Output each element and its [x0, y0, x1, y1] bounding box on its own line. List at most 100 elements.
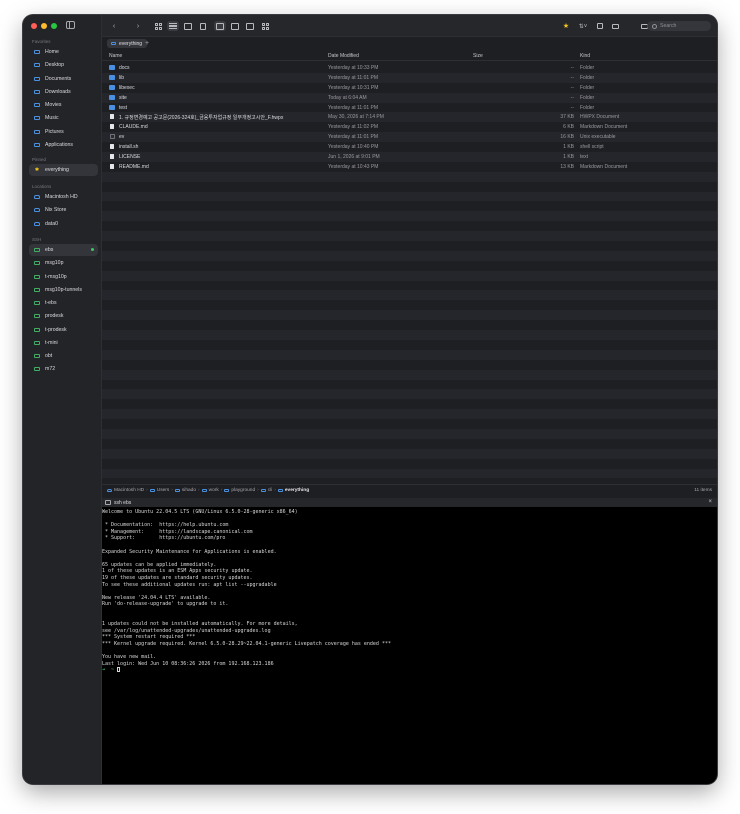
sidebar-item-prodesk[interactable]: prodesk: [29, 310, 98, 322]
column-name[interactable]: Name: [109, 53, 122, 59]
terminal-title: ssh ebs: [114, 500, 132, 506]
sidebar-item-macintosh-hd[interactable]: Macintosh HD: [29, 191, 98, 203]
folder-icon: [34, 129, 40, 134]
sidebar-item-data0[interactable]: data0: [29, 218, 98, 230]
star-icon[interactable]: ★: [561, 21, 571, 31]
sidebar-item-applications[interactable]: Applications: [29, 139, 98, 151]
add-tab-button[interactable]: +: [145, 40, 149, 47]
sidebar-item-nix-store[interactable]: Nix Store: [29, 204, 98, 216]
empty-row: [102, 191, 717, 202]
breadcrumb-item[interactable]: playground: [231, 488, 255, 493]
column-size[interactable]: Size: [473, 53, 483, 59]
sidebar-item-downloads[interactable]: Downloads: [29, 86, 98, 98]
tab-everything[interactable]: everything: [107, 39, 148, 48]
folder-icon: [109, 104, 115, 110]
search-input[interactable]: Search: [647, 21, 711, 31]
sidebar-item-label: obt: [45, 353, 53, 359]
net-icon: [34, 340, 40, 345]
sidebar-item-msg10p-tunnels[interactable]: msg10p-tunnels: [29, 284, 98, 296]
breadcrumb-item[interactable]: everything: [285, 488, 309, 493]
file-name: lib: [119, 74, 125, 81]
sidebar-item-t-mini[interactable]: t-mini: [29, 337, 98, 349]
file-kind: Unix executable: [580, 134, 616, 141]
ssh-heading: SSH: [32, 237, 42, 242]
file-kind: Folder: [580, 84, 595, 91]
sidebar-item-label: Nix Store: [45, 207, 67, 214]
breadcrumb-item[interactable]: Macintosh HD: [114, 488, 144, 493]
sidebar-item-m72[interactable]: m72: [29, 363, 98, 375]
preview-pane-icon[interactable]: [244, 21, 256, 31]
table-row[interactable]: ev Yesterday at 11:01 PM 16 KB Unix executa…: [102, 132, 717, 143]
net-icon: [34, 314, 40, 319]
terminal-line: * Support: https://ubuntu.com/pro: [102, 535, 226, 542]
sidebar-item-label: t-prodesk: [45, 326, 67, 333]
table-row[interactable]: README.md Yesterday at 10:43 PM 13 KB Markd…: [102, 162, 717, 172]
sort-icon[interactable]: ⇅˅: [576, 21, 590, 31]
zoom-window-button[interactable]: [51, 23, 57, 29]
terminal-line: 19 of these updates are standard securit…: [102, 574, 253, 581]
grid-layout-icon[interactable]: [259, 21, 271, 31]
table-row[interactable]: test Yesterday at 11:01 PM -- Folder: [102, 103, 717, 113]
sidebar-item-everything[interactable]: ✱ everything: [29, 164, 98, 176]
tab-label: everything: [119, 40, 143, 47]
sidebar-item-music[interactable]: Music: [29, 112, 98, 124]
sidebar-toggle-icon[interactable]: [66, 21, 75, 29]
sidebar-item-label: t-mini: [45, 339, 58, 346]
terminal-line: 65 updates can be applied immediately.: [102, 561, 217, 568]
gallery-view-icon[interactable]: [197, 21, 209, 31]
minimize-window-button[interactable]: [41, 23, 47, 29]
sidebar-item-movies[interactable]: Movies: [29, 99, 98, 111]
sidebar-item-obt[interactable]: obt: [29, 350, 98, 362]
sidebar-item-ebs[interactable]: ebs: [29, 244, 98, 256]
empty-row: [102, 211, 717, 222]
icon-view-icon[interactable]: [152, 21, 164, 31]
table-row[interactable]: site Today at 6:04 AM -- Folder: [102, 92, 717, 103]
terminal-prompt[interactable]: ➜ ~: [102, 667, 717, 674]
empty-row: [102, 270, 717, 281]
file-size: --: [570, 74, 574, 81]
forward-icon[interactable]: ›: [134, 21, 142, 31]
sidebar-item-documents[interactable]: Documents: [29, 73, 98, 85]
folder-icon: [277, 489, 283, 492]
table-row[interactable]: CLAUDE.md Yesterday at 11:02 PM 6 KB Markdo…: [102, 122, 717, 132]
table-row[interactable]: libexec Yesterday at 10:31 PM -- Folder: [102, 83, 717, 93]
table-row[interactable]: LICENSE Jun 1, 2026 at 9:01 PM 1 KB text: [102, 152, 717, 162]
close-window-button[interactable]: [31, 23, 37, 29]
back-icon[interactable]: ‹: [110, 21, 118, 31]
breadcrumb-item[interactable]: cli: [268, 488, 273, 493]
column-view-icon[interactable]: [182, 21, 194, 31]
share-icon[interactable]: [610, 21, 620, 31]
search-placeholder: Search: [660, 23, 677, 29]
list-view-icon[interactable]: [167, 21, 179, 31]
sidebar-item-home[interactable]: Home: [29, 46, 98, 58]
sidebar-item-msg10p[interactable]: msg10p: [29, 257, 98, 269]
sidebar-item-t-msg10p[interactable]: t-msg10p: [29, 271, 98, 283]
sidebar-item-t-ebs[interactable]: t-ebs: [29, 297, 98, 309]
breadcrumb-item[interactable]: work: [209, 488, 219, 493]
file-name: ev: [119, 134, 125, 141]
sidebar-item-t-prodesk[interactable]: t-prodesk: [29, 324, 98, 336]
close-terminal-button[interactable]: ×: [708, 499, 712, 505]
table-row[interactable]: install.sh Yesterday at 10:40 PM 1 KB shell…: [102, 142, 717, 152]
empty-row: [102, 349, 717, 360]
search-icon: [652, 23, 657, 29]
column-date-modified[interactable]: Date Modified: [328, 53, 359, 59]
empty-row: [102, 231, 717, 242]
breadcrumb-item[interactable]: Users: [157, 488, 170, 493]
breadcrumb-item[interactable]: sihado: [182, 488, 196, 493]
folder-icon: [201, 489, 207, 492]
table-row[interactable]: 1. 규정변경예고 공고문(2026-324호)_금융투자업규정 일부개정고시안…: [102, 112, 717, 123]
sidebar-item-desktop[interactable]: Desktop: [29, 59, 98, 71]
file-kind: Folder: [580, 74, 595, 81]
sidebar-item-label: prodesk: [45, 313, 64, 320]
split-view-icon[interactable]: [229, 21, 241, 31]
terminal-output[interactable]: Welcome to Ubuntu 22.04.5 LTS (GNU/Linux…: [102, 507, 717, 784]
sidebar-item-pictures[interactable]: Pictures: [29, 126, 98, 138]
window-layout-icon[interactable]: [214, 21, 226, 31]
table-row[interactable]: lib Yesterday at 11:01 PM -- Folder: [102, 72, 717, 83]
document-icon: [110, 154, 114, 160]
table-row[interactable]: docs Yesterday at 10:33 PM -- Folder: [102, 63, 717, 73]
copy-icon[interactable]: [595, 21, 605, 31]
empty-row: [102, 360, 717, 370]
column-kind[interactable]: Kind: [580, 53, 590, 59]
